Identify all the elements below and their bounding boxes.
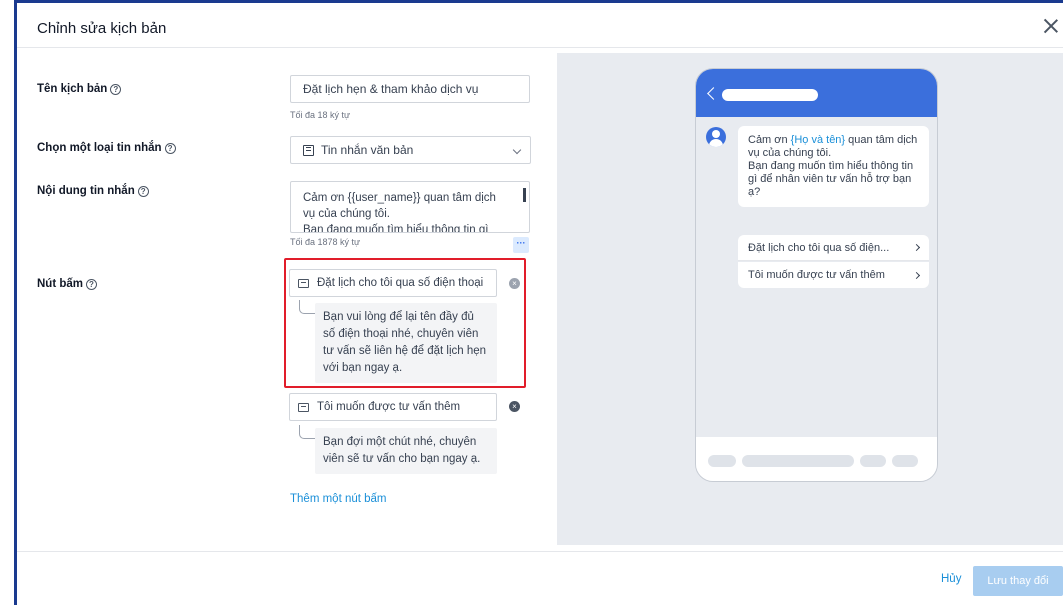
- message-content-hint: Tối đa 1878 ký tự: [290, 237, 361, 247]
- preview-button-label: Đặt lịch cho tôi qua số điện...: [748, 241, 890, 254]
- scenario-name-input[interactable]: Đặt lịch hẹn & tham khảo dịch vụ: [290, 75, 530, 103]
- buttons-label: Nút bấm ?: [37, 278, 97, 290]
- message-content-label: Nội dung tin nhắn ?: [37, 185, 149, 197]
- dialog-header: Chỉnh sửa kịch bản: [17, 3, 1063, 48]
- preview-button-label: Tôi muốn được tư vấn thêm: [748, 269, 885, 281]
- chevron-right-icon: [912, 271, 921, 279]
- more-options-button[interactable]: ···: [513, 237, 529, 253]
- help-icon[interactable]: ?: [110, 83, 122, 95]
- preview-panel: Cảm ơn {Họ và tên} quan tâm dịch vụ của …: [557, 53, 1063, 545]
- preview-button: Tôi muốn được tư vấn thêm: [738, 262, 929, 288]
- dialog-title: Chỉnh sửa kịch bản: [37, 20, 167, 37]
- save-changes-button[interactable]: Lưu thay đổi: [973, 566, 1063, 596]
- scenario-name-hint: Tối đa 18 ký tự: [290, 110, 351, 120]
- footer-placeholder: [742, 455, 854, 467]
- footer-placeholder: [892, 455, 918, 467]
- footer-placeholder: [708, 455, 736, 467]
- message-type-select[interactable]: Tin nhắn văn bản: [290, 136, 531, 164]
- highlight-box: [284, 258, 526, 388]
- phone-footer: [696, 437, 937, 481]
- phone-header: [696, 69, 937, 117]
- scroll-thumb[interactable]: [523, 188, 526, 202]
- message-icon: [298, 402, 309, 412]
- preview-button: Đặt lịch cho tôi qua số điện...: [738, 235, 929, 261]
- help-icon[interactable]: ?: [164, 142, 176, 154]
- buttons-label-text: Nút bấm: [37, 278, 83, 290]
- message-content-line: Bạn đang muốn tìm hiểu thông tin gì: [303, 224, 489, 233]
- message-content-line: Cảm ơn {{user_name}} quan tâm dịch: [303, 192, 496, 204]
- edit-scenario-dialog: Chỉnh sửa kịch bản Tên kịch bản ? Đặt lị…: [17, 3, 1063, 605]
- scenario-name-label: Tên kịch bản ?: [37, 83, 122, 95]
- button-item-input[interactable]: Tôi muốn được tư vấn thêm: [289, 393, 497, 421]
- message-type-label: Chọn một loại tin nhắn ?: [37, 142, 176, 154]
- footer-divider: [17, 551, 1063, 552]
- chevron-right-icon: [912, 243, 921, 252]
- cancel-button[interactable]: Hủy: [941, 573, 961, 585]
- message-type-value: Tin nhắn văn bản: [321, 143, 414, 157]
- help-icon[interactable]: ?: [137, 185, 149, 197]
- help-icon[interactable]: ?: [86, 278, 97, 290]
- button-reply-text[interactable]: Bạn đợi một chút nhé, chuyên viên sẽ tư …: [315, 428, 497, 474]
- message-content-label-text: Nội dung tin nhắn: [37, 185, 135, 197]
- header-placeholder: [722, 89, 818, 101]
- reply-connector: [299, 425, 315, 439]
- message-template-icon: [303, 144, 314, 156]
- chevron-down-icon: [512, 145, 522, 155]
- message-content-line: vụ của chúng tôi.: [303, 208, 390, 220]
- preview-name-variable: {Họ và tên}: [790, 134, 846, 146]
- scenario-name-label-text: Tên kịch bản: [37, 83, 108, 95]
- add-button-link[interactable]: Thêm một nút bấm: [290, 493, 387, 505]
- preview-message-bubble: Cảm ơn {Họ và tên} quan tâm dịch vụ của …: [738, 126, 929, 207]
- message-type-label-text: Chọn một loại tin nhắn: [37, 142, 162, 154]
- preview-greeting-line2: Bạn đang muốn tìm hiểu thông tin gì để n…: [748, 160, 914, 198]
- remove-circle-icon[interactable]: ×: [509, 401, 520, 412]
- user-avatar-icon: [706, 127, 726, 147]
- close-icon[interactable]: [1043, 18, 1059, 34]
- preview-greeting-before: Cảm ơn: [748, 134, 791, 146]
- button-item-label: Tôi muốn được tư vấn thêm: [317, 401, 461, 413]
- message-content-textarea[interactable]: Cảm ơn {{user_name}} quan tâm dịch vụ củ…: [290, 181, 530, 233]
- footer-placeholder: [860, 455, 886, 467]
- phone-preview: Cảm ơn {Họ và tên} quan tâm dịch vụ của …: [695, 68, 938, 482]
- textarea-scrollbar[interactable]: [523, 188, 526, 228]
- chevron-left-icon: [707, 87, 720, 100]
